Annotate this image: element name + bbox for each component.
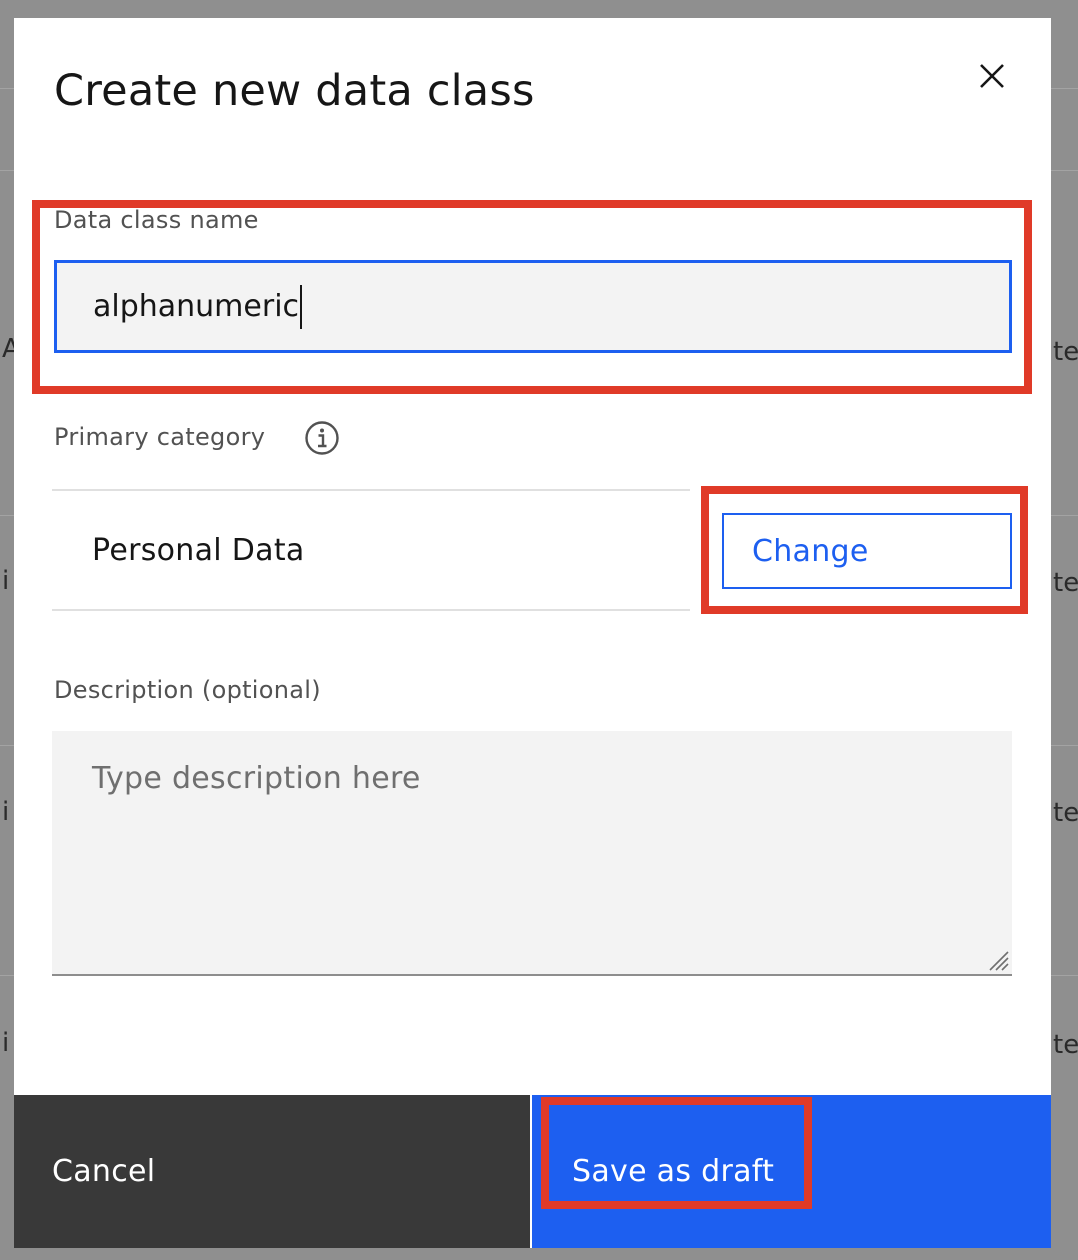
data-class-name-input[interactable]: alphanumeric	[54, 260, 1012, 353]
create-data-class-modal: Create new data class Data class name al…	[14, 18, 1051, 1248]
background-text-fragment: te	[1053, 568, 1078, 598]
description-placeholder: Type description here	[92, 761, 421, 796]
background-text-fragment: i	[2, 1028, 10, 1058]
primary-category-value-row: Personal Data	[52, 489, 690, 611]
background-text-fragment: te	[1053, 798, 1078, 828]
background-text-fragment: i	[2, 566, 10, 596]
resize-handle-icon[interactable]	[984, 946, 1010, 972]
primary-category-label: Primary category	[54, 423, 266, 451]
primary-category-value: Personal Data	[92, 532, 305, 568]
modal-footer: Cancel Save as draft	[14, 1095, 1051, 1248]
data-class-name-value: alphanumeric	[93, 289, 300, 324]
background-text-fragment: te	[1053, 1030, 1078, 1060]
data-class-name-label: Data class name	[54, 206, 259, 234]
text-caret	[300, 284, 303, 329]
description-label: Description (optional)	[54, 676, 321, 704]
description-textarea[interactable]: Type description here	[52, 731, 1012, 976]
cancel-button[interactable]: Cancel	[14, 1095, 530, 1248]
modal-title: Create new data class	[54, 66, 535, 116]
background-text-fragment: te	[1053, 337, 1078, 367]
close-button[interactable]	[972, 56, 1012, 96]
info-icon[interactable]	[304, 420, 340, 456]
change-category-button[interactable]: Change	[722, 513, 1012, 589]
save-as-draft-button[interactable]: Save as draft	[532, 1095, 1051, 1248]
background-text-fragment: i	[2, 797, 10, 827]
close-icon	[980, 64, 1004, 88]
